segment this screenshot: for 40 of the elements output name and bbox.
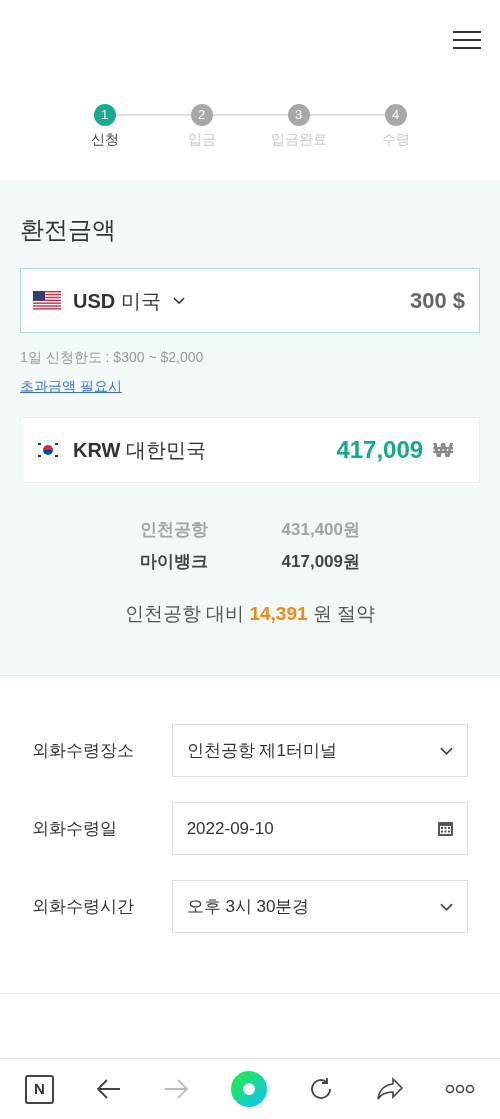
chevron-down-icon bbox=[440, 746, 453, 755]
amount-value: 300 $ bbox=[409, 287, 465, 315]
flag-icon bbox=[35, 440, 61, 460]
provider-name: 마이뱅크 bbox=[140, 550, 208, 573]
menu-button[interactable] bbox=[453, 31, 481, 49]
step-number: 3 bbox=[287, 104, 310, 126]
field-value: 2022-09-10 bbox=[186, 817, 274, 840]
chevron-down-icon bbox=[172, 297, 185, 304]
provider-price: 417,009원 bbox=[281, 550, 360, 573]
step-number: 1 bbox=[93, 104, 116, 126]
section-title: 환전금액 bbox=[20, 215, 117, 245]
refresh-icon[interactable] bbox=[308, 1076, 334, 1102]
link[interactable]: 초과금액 필요시 bbox=[20, 376, 122, 397]
currency-name: USD 미국 bbox=[73, 288, 161, 314]
calendar-icon bbox=[438, 821, 453, 836]
step-number: 4 bbox=[384, 104, 407, 126]
share-icon[interactable] bbox=[375, 1077, 404, 1101]
field-label: 외화수령시간 bbox=[32, 895, 135, 918]
currency-input[interactable]: USD 미국 300 $ bbox=[20, 268, 480, 333]
chevron-down-icon bbox=[440, 902, 453, 911]
step-number: 2 bbox=[190, 104, 213, 126]
date-field[interactable]: 2022-09-10 bbox=[171, 802, 468, 855]
select-field[interactable]: 오후 3시 30분경 bbox=[171, 880, 468, 933]
converted-amount: 417,009 bbox=[336, 435, 424, 465]
select-field[interactable]: 인천공항 제1터미널 bbox=[171, 724, 468, 777]
provider-price: 431,400원 bbox=[281, 519, 360, 541]
field-label: 외화수령장소 bbox=[32, 739, 135, 762]
more-icon[interactable] bbox=[445, 1084, 475, 1094]
limit-note: 1일 신청한도 : $300 ~ $2,000 bbox=[20, 348, 205, 367]
field-value: 인천공항 제1터미널 bbox=[186, 739, 337, 762]
field-value: 오후 3시 30분경 bbox=[186, 895, 310, 918]
back-icon[interactable] bbox=[95, 1078, 122, 1100]
step-label: 신청 bbox=[90, 130, 119, 149]
field-label: 외화수령일 bbox=[32, 817, 118, 840]
home-button[interactable]: N bbox=[25, 1074, 54, 1104]
provider-name: 인천공항 bbox=[140, 519, 208, 541]
flag-icon bbox=[33, 290, 61, 311]
savings-text: 인천공항 대비 14,391 원 절약 bbox=[123, 602, 377, 626]
currency-name: KRW 대한민국 bbox=[73, 438, 206, 463]
currency-unit: ₩ bbox=[433, 437, 453, 464]
